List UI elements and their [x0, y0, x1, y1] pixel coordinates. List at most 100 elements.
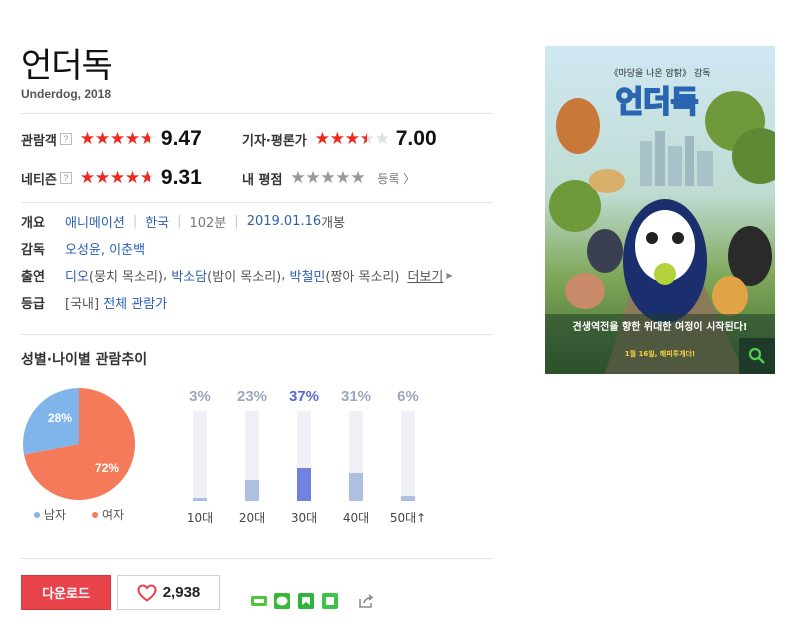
country-link[interactable]: 한국	[145, 212, 169, 231]
poster-tagline: 견생역전을 향한 위대한 여정이 시작된다!	[573, 320, 748, 333]
star-icon: ★★	[139, 128, 156, 149]
divider	[21, 334, 493, 335]
age-bar-column: 23% 20대	[232, 388, 272, 526]
help-icon[interactable]: ?	[59, 172, 72, 184]
age-bar-track	[401, 411, 415, 501]
director-link[interactable]: 오성윤, 이춘백	[65, 239, 145, 258]
register-rating-link[interactable]: 등록 〉	[377, 170, 415, 187]
star-icon: ★★	[290, 167, 306, 188]
like-count: 2,938	[162, 584, 201, 601]
star-icon: ★★	[79, 167, 96, 188]
release-date-link[interactable]: 2019.01.16	[247, 214, 321, 229]
star-icon: ★★	[305, 167, 321, 188]
divider	[21, 113, 493, 114]
grade-label: 등급	[21, 296, 45, 312]
rating-netizen-score: 9.31	[160, 166, 202, 189]
legend-female: 여자	[92, 506, 124, 523]
separator: |	[234, 213, 239, 229]
cast-role: (뭉치 목소리)	[88, 269, 163, 285]
legend-male-label: 남자	[44, 508, 67, 522]
star-icon: ★★	[79, 128, 96, 149]
triangle-right-icon: ▶	[446, 270, 453, 280]
comma: ,	[281, 267, 290, 283]
movie-title: 언더독	[21, 46, 113, 86]
movie-poster[interactable]: 《마당을 나온 암탉》 감독 언더독 견생역전을 향한 위대한 여정이 시작된다…	[545, 46, 775, 374]
age-bar-track	[245, 411, 259, 501]
rating-audience: 관람객 ? ★ ★ ★ ★ ★ ★ ★ ★ ★ ★ 9.47	[21, 126, 202, 152]
grade-region: [국내]	[65, 296, 100, 312]
movie-subtitle: Underdog, 2018	[21, 87, 112, 101]
naver-blog-icon[interactable]	[298, 593, 314, 609]
star-icon: ★★	[139, 167, 156, 188]
legend-dot-female	[92, 511, 98, 518]
star-icon: ★★	[124, 167, 141, 188]
age-bar-track	[297, 411, 311, 501]
overview-label: 개요	[21, 215, 45, 231]
line-icon[interactable]	[274, 593, 290, 609]
rating-audience-score: 9.47	[160, 127, 202, 150]
rating-mine-label: 내 평점	[242, 172, 283, 188]
age-bar-label: 30대	[290, 511, 318, 525]
cast-name-link[interactable]: 디오	[65, 266, 89, 285]
star-icon: ★★	[109, 167, 126, 188]
zoom-button[interactable]	[739, 338, 775, 374]
age-bar-percent: 31%	[340, 388, 372, 405]
cast-more-link[interactable]: 더보기	[407, 266, 443, 285]
poster-image: 《마당을 나온 암탉》 감독 언더독 견생역전을 향한 위대한 여정이 시작된다…	[545, 46, 775, 374]
info-overview: 개요 애니메이션 | 한국 | 102분 | 2019.01.16 개봉	[21, 211, 345, 231]
legend-dot-male	[34, 511, 40, 518]
star-icon: ★★	[109, 128, 126, 149]
separator: |	[132, 213, 138, 229]
age-bar-label: 50대↑	[389, 511, 427, 525]
star-icon: ★★	[374, 128, 390, 149]
star-icon: ★★	[350, 167, 366, 188]
age-bar-column: 37% 30대	[284, 388, 324, 526]
age-bar-label: 40대	[342, 511, 370, 525]
naver-cafe-icon[interactable]	[322, 593, 338, 609]
help-icon[interactable]: ?	[59, 133, 72, 145]
donut-label-male: 28%	[48, 411, 72, 425]
age-bar-label: 10대	[186, 511, 214, 525]
legend-female-label: 여자	[102, 508, 125, 522]
share-icon[interactable]	[358, 593, 374, 609]
star-icon: ★★	[314, 128, 330, 149]
audience-stars: ★ ★ ★ ★ ★ ★ ★ ★ ★ ★	[79, 128, 156, 149]
age-bar-percent: 23%	[236, 388, 268, 405]
age-bar-fill	[297, 467, 311, 501]
naver-band-icon[interactable]	[251, 593, 267, 609]
separator: |	[177, 213, 182, 229]
my-rating-stars[interactable]: ★ ★ ★ ★ ★ ★ ★ ★ ★ ★	[290, 167, 366, 188]
rating-critics-score: 7.00	[395, 127, 437, 150]
poster-title: 언더독	[616, 85, 699, 120]
age-bar-fill	[349, 473, 363, 501]
poster-release-caption: 1월 16일, 해피투개더!	[625, 349, 695, 358]
cast-name-link[interactable]: 박철민	[290, 266, 326, 285]
cast-name-link[interactable]: 박소담	[171, 266, 207, 285]
download-button[interactable]: 다운로드	[21, 575, 111, 610]
star-icon: ★★	[335, 167, 351, 188]
divider	[21, 558, 493, 559]
rating-mine: 내 평점 ★ ★ ★ ★ ★ ★ ★ ★ ★ ★ 등록 〉	[242, 165, 415, 191]
age-bar-column: 3% 10대	[180, 388, 220, 526]
genre-link[interactable]: 애니메이션	[65, 212, 125, 231]
grade-link[interactable]: 전체 관람가	[103, 293, 167, 312]
age-bar-label: 20대	[238, 511, 266, 525]
info-grade: 등급 [국내] 전체 관람가	[21, 292, 167, 312]
critics-stars: ★★★★★★★★★★	[314, 128, 390, 149]
age-bar-percent: 37%	[288, 388, 320, 405]
star-icon: ★★	[320, 167, 336, 188]
like-button[interactable]: 2,938	[117, 575, 220, 610]
star-icon: ★★	[329, 128, 345, 149]
star-icon: ★★	[94, 167, 111, 188]
gender-donut-chart: 28% 72%	[22, 388, 135, 500]
legend-male: 남자	[34, 506, 66, 523]
netizen-stars: ★ ★ ★ ★ ★ ★ ★ ★ ★ ★	[79, 167, 156, 188]
runtime: 102분	[189, 215, 227, 231]
comma: ,	[163, 267, 172, 283]
cast-label: 출연	[21, 269, 45, 285]
trend-title: 성별·나이별 관람추이	[21, 352, 148, 368]
divider	[21, 202, 493, 203]
cast-role: (밤이 목소리)	[207, 269, 282, 285]
rating-netizen-label: 네티즌	[21, 172, 57, 188]
rating-audience-label: 관람객	[21, 133, 57, 149]
